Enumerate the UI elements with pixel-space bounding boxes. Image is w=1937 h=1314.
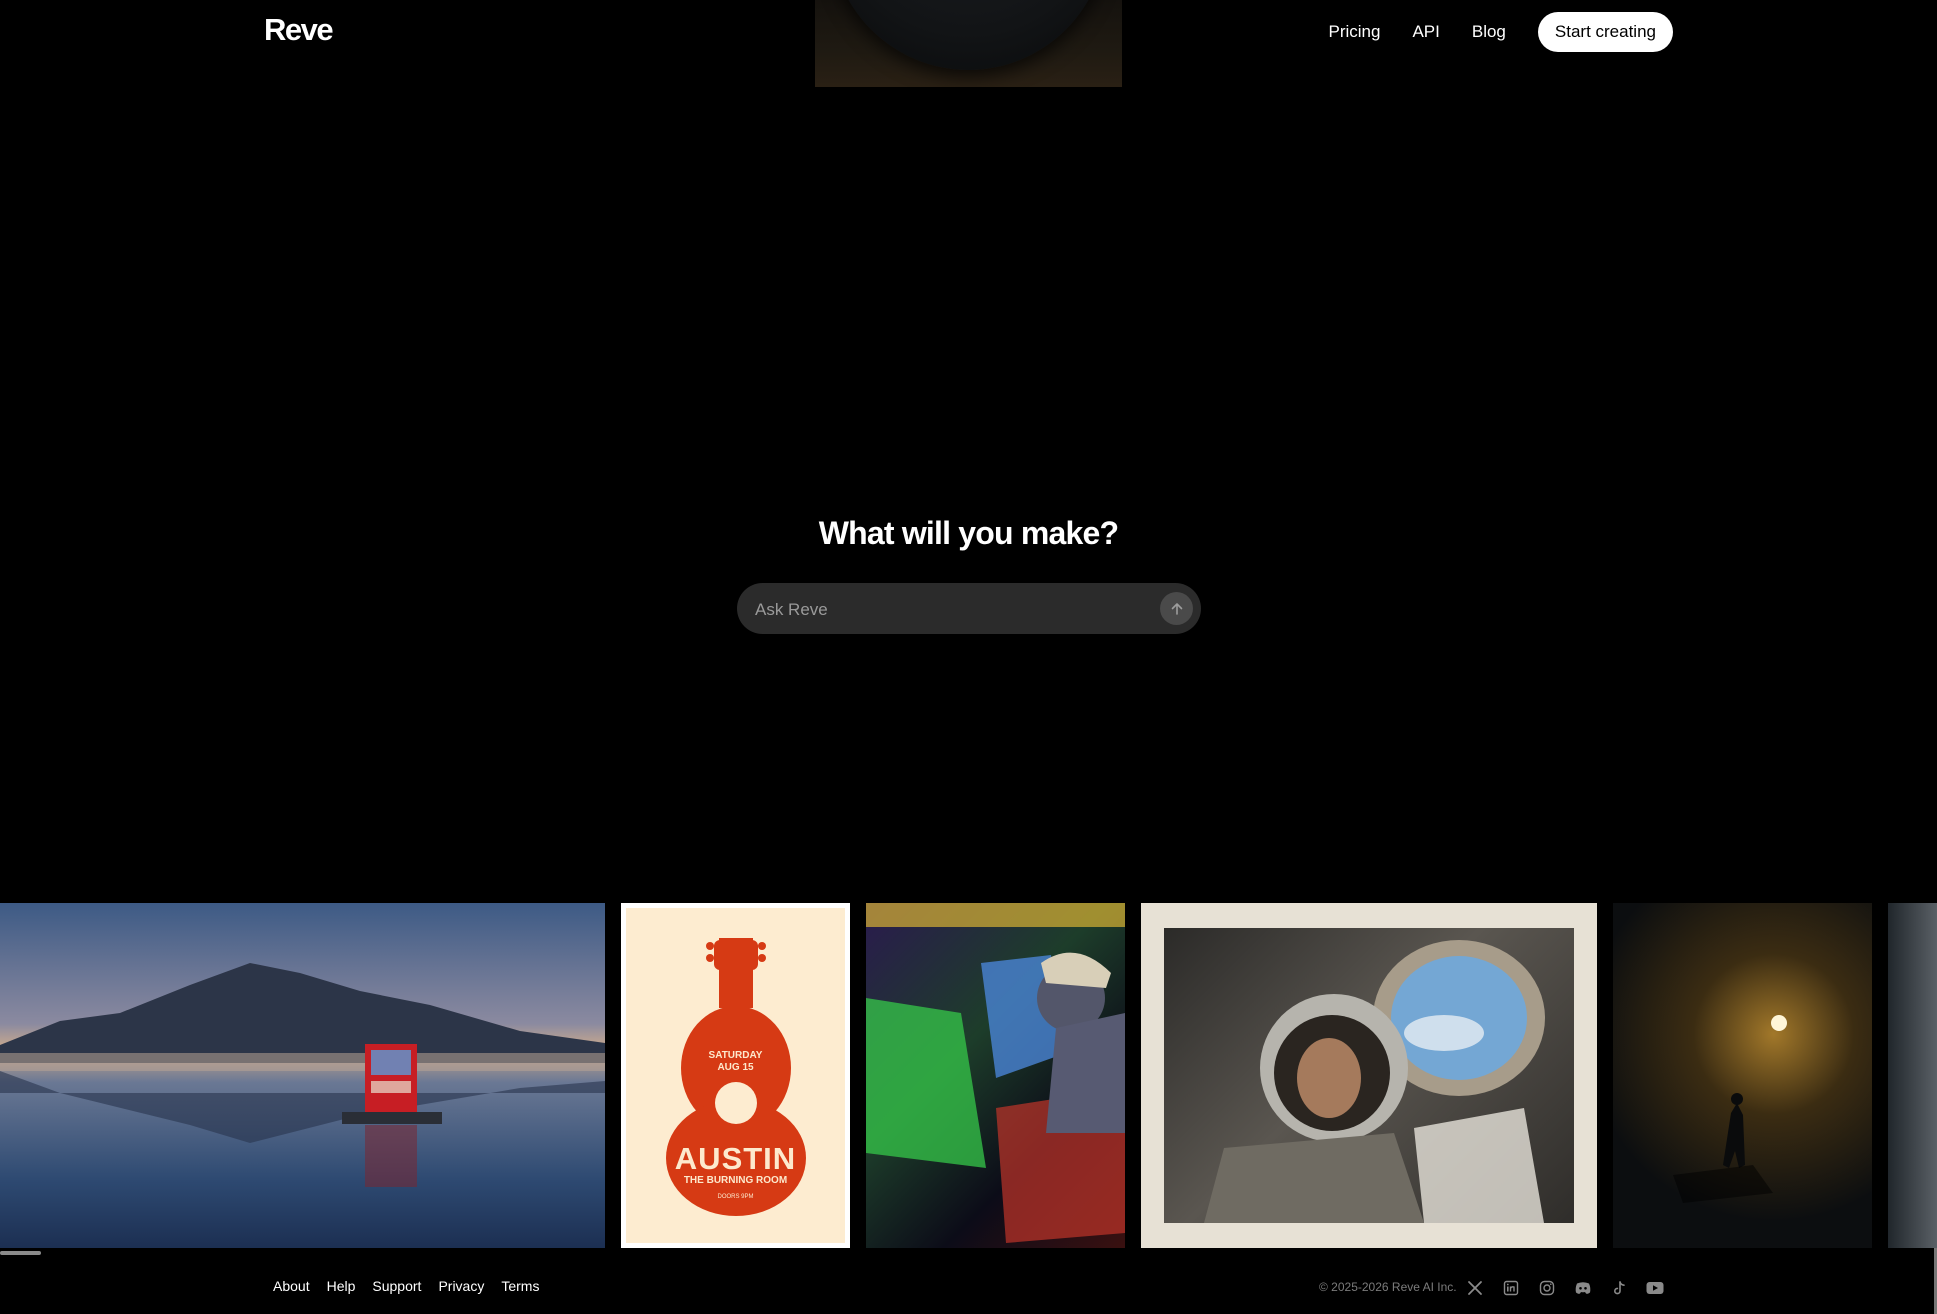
nav-api-link[interactable]: API <box>1412 22 1439 42</box>
tiktok-icon[interactable] <box>1609 1278 1629 1298</box>
poster-doors: DOORS 9PM <box>717 1194 754 1200</box>
partial-gallery-image[interactable] <box>1888 903 1937 1248</box>
x-icon[interactable] <box>1465 1278 1485 1298</box>
top-nav: Pricing API Blog Start creating <box>1328 12 1673 52</box>
footer-links: About Help Support Privacy Terms <box>273 1278 539 1294</box>
image-gallery: SATURDAY AUG 15 AUSTIN THE BURNING ROOM … <box>0 903 1937 1248</box>
discord-icon[interactable] <box>1573 1278 1593 1298</box>
astronaut-porthole-image[interactable] <box>1141 903 1597 1248</box>
footer-privacy-link[interactable]: Privacy <box>438 1278 484 1294</box>
hero-title: What will you make? <box>818 515 1119 551</box>
austin-guitar-poster-image[interactable]: SATURDAY AUG 15 AUSTIN THE BURNING ROOM … <box>621 903 850 1248</box>
poster-date: AUG 15 <box>717 1062 754 1073</box>
poster-background: SATURDAY AUG 15 AUSTIN THE BURNING ROOM … <box>626 908 845 1243</box>
footer-help-link[interactable]: Help <box>327 1278 356 1294</box>
reve-logo[interactable]: Reve <box>264 12 334 48</box>
poster-day: SATURDAY <box>708 1050 763 1061</box>
footer-support-link[interactable]: Support <box>372 1278 421 1294</box>
ask-reve-input[interactable] <box>753 583 1137 636</box>
instagram-icon[interactable] <box>1537 1278 1557 1298</box>
send-button[interactable] <box>1160 592 1193 625</box>
top-peek-image <box>815 0 1122 87</box>
nav-pricing-link[interactable]: Pricing <box>1328 22 1380 42</box>
footer-terms-link[interactable]: Terms <box>501 1278 539 1294</box>
foggy-figure-light-image[interactable] <box>1613 903 1872 1248</box>
footer-about-link[interactable]: About <box>273 1278 310 1294</box>
arrow-up-icon <box>1169 601 1185 617</box>
astronaut-photo <box>1164 928 1574 1223</box>
gallery-scrollbar[interactable] <box>0 1251 41 1255</box>
copyright-text: © 2025-2026 Reve AI Inc. <box>1319 1280 1457 1294</box>
poster-city: AUSTIN <box>674 1141 797 1176</box>
poster-text: SATURDAY AUG 15 <box>626 1051 845 1073</box>
bowl-shape <box>830 0 1107 70</box>
start-creating-button[interactable]: Start creating <box>1537 12 1673 52</box>
ask-reve-bar <box>737 583 1201 636</box>
linkedin-icon[interactable] <box>1501 1278 1521 1298</box>
social-links <box>1465 1278 1665 1298</box>
nav-blog-link[interactable]: Blog <box>1472 22 1506 42</box>
lake-vending-machine-image[interactable] <box>0 903 605 1248</box>
poster-venue: THE BURNING ROOM <box>683 1175 788 1186</box>
youtube-icon[interactable] <box>1645 1278 1665 1298</box>
arcade-player-image[interactable] <box>866 903 1125 1248</box>
